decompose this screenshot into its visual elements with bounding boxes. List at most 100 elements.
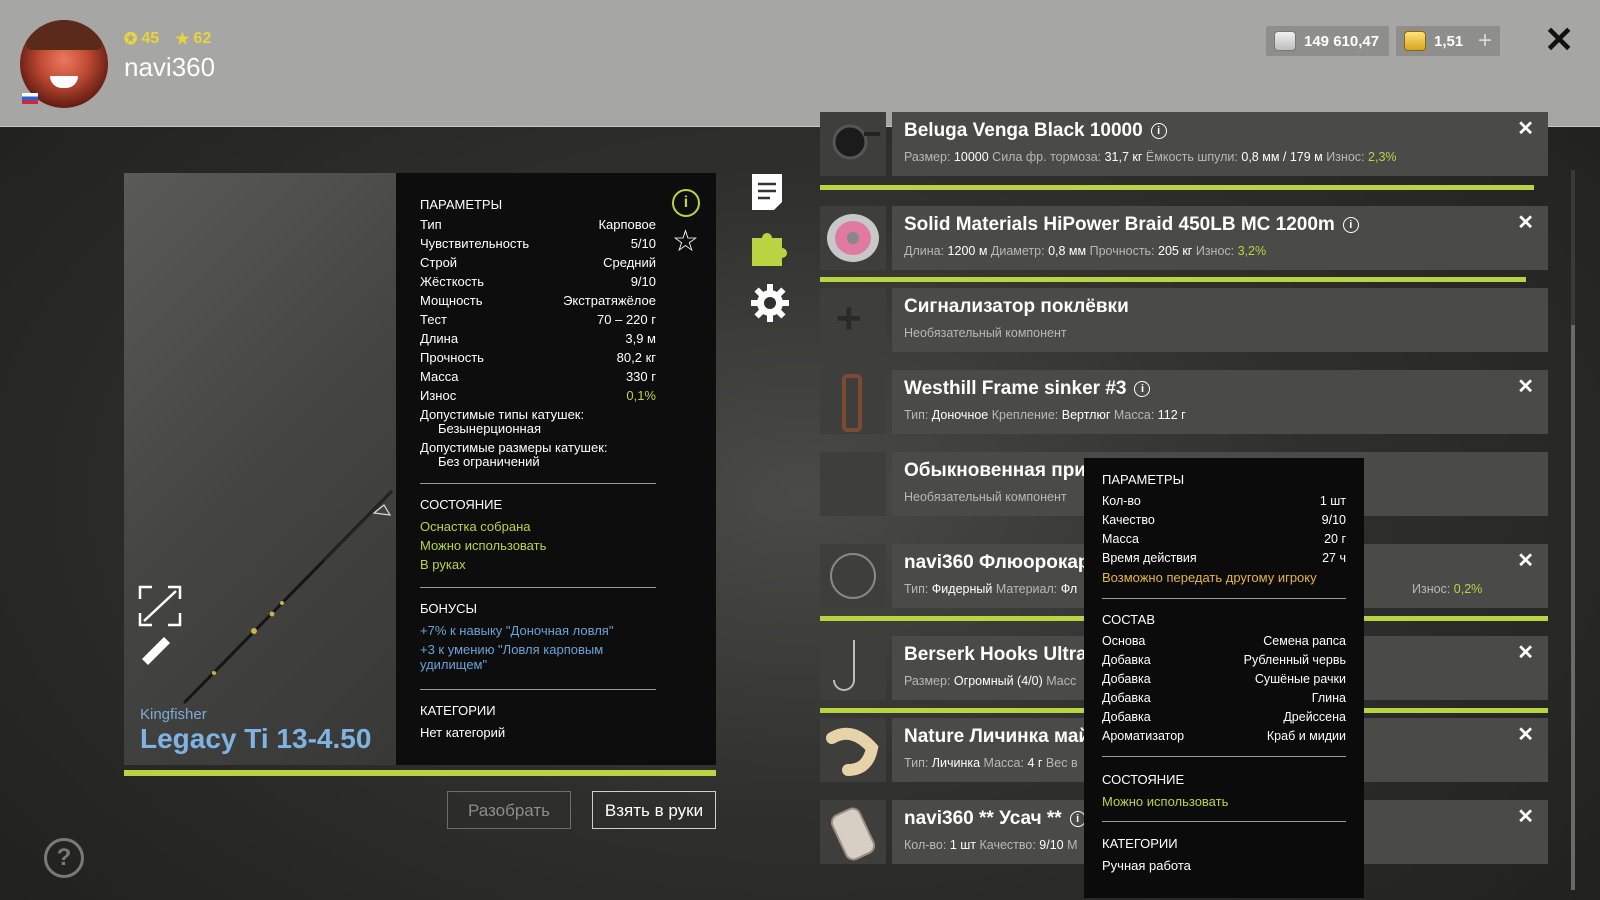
tooltip-params-title: ПАРАМЕТРЫ [1102,472,1185,487]
silver-amount: 149 610,47 [1304,32,1380,50]
info-icon[interactable]: i [1342,217,1359,233]
remove-icon[interactable]: ✕ [1517,210,1534,235]
player-stats: ✪ 45 ★ 62 [124,29,211,49]
pen-icon [142,637,170,665]
remove-icon[interactable]: ✕ [1517,374,1534,399]
list-item-sinker[interactable]: Westhill Frame sinker #3 i Тип: Доночное … [820,370,1548,434]
favorite-star-icon[interactable]: ☆ [672,227,699,257]
plus-icon: + [836,294,862,343]
rod-condition-bar [124,770,716,776]
param-row: Чувствительность 5/10 [420,236,656,251]
leader-thumbnail [820,544,886,608]
param-row: Строй Средний [420,255,656,270]
param-row: Износ 0,1% [420,388,656,403]
gold-coin-icon [1404,31,1426,51]
composition-row: Основа Семена рапса [1102,634,1346,648]
item-details: Тип: Личинка Масса: 4 г Вес в [904,756,1078,770]
rod-params-panel: ПАРАМЕТРЫ i ☆ Тип Карповое Чувствительнос… [396,173,716,765]
line-spool-thumbnail [820,206,886,270]
info-icon[interactable]: i [672,189,700,217]
item-tooltip: ПАРАМЕТРЫ Кол-во 1 шт Качество 9/10 Масса 2… [1084,458,1364,898]
item-details: Размер: 10000 Сила фр. тормоза: 31,7 кг … [904,150,1397,164]
close-icon[interactable]: ✕ [1544,22,1574,58]
item-title: Berserk Hooks Ultra S [904,644,1105,665]
document-icon[interactable] [750,172,784,217]
star-icon: ★ [175,31,190,48]
tooltip-composition-title: СОСТАВ [1102,612,1156,627]
list-item-reel[interactable]: Beluga Venga Black 10000 i Размер: 10000 … [820,112,1548,176]
info-icon[interactable]: i [1134,381,1151,397]
gear-icon[interactable] [750,283,790,328]
player-level: 45 [141,30,160,47]
disassemble-button[interactable]: Разобрать [447,791,571,829]
param-row: Прочность 80,2 кг [420,350,656,365]
add-slot[interactable]: + [820,288,886,352]
tooltip-state: Можно использовать [1102,794,1229,809]
item-optional: Необязательный компонент [904,490,1067,504]
remove-icon[interactable]: ✕ [1517,804,1534,829]
state-item: В руках [420,557,466,572]
remove-icon[interactable]: ✕ [1517,548,1534,573]
rod-image [138,489,394,705]
rod-brand: Kingfisher [140,706,207,723]
wear-bar [820,185,1534,190]
item-details: Кол-во: 1 шт Качество: 9/10 М [904,838,1078,852]
add-currency-button[interactable]: + [1470,26,1500,56]
item-title: Solid Materials HiPower Braid 450LB MC 1… [904,214,1335,235]
reel-types-label: Допустимые типы катушек: [420,407,585,422]
item-details: Тип: Фидерный Материал: Фл [904,582,1078,596]
tooltip-categories-title: КАТЕГОРИИ [1102,836,1178,851]
help-icon[interactable]: ? [44,838,84,878]
rod-model: Legacy Ti 13-4.50 [140,723,372,754]
param-row: Жёсткость 9/10 [420,274,656,289]
composition-row: Добавка Рубленный червь [1102,653,1346,667]
russia-flag-icon [22,93,38,104]
player-name: navi360 [124,52,216,82]
categories-title: КАТЕГОРИИ [420,703,496,718]
take-in-hands-button[interactable]: Взять в руки [592,791,716,829]
scrollbar-thumb[interactable] [1571,325,1575,890]
state-item: Можно использовать [420,538,547,553]
top-bar: ✪ 45 ★ 62 navi360 149 610,47 1,51 + ✕ [0,0,1600,127]
param-row: Мощность Экстратяжёлое [420,293,656,308]
bonus-item: +7% к навыку "Доночная ловля" [420,623,614,638]
param-row: Длина 3,9 м [420,331,656,346]
composition-row: Ароматизатор Краб и мидии [1102,729,1346,743]
larva-thumbnail [820,718,886,782]
silver-coin-icon [1274,31,1296,51]
reel-sizes-value: Без ограничений [438,454,540,469]
remove-icon[interactable]: ✕ [1517,640,1534,665]
puzzle-icon[interactable] [750,228,790,273]
tooltip-transfer-note: Возможно передать другому игроку [1102,570,1317,585]
gold-balance: 1,51 [1396,26,1474,56]
categories-value: Нет категорий [420,725,506,740]
param-row: Масса 330 г [420,369,656,384]
remove-icon[interactable]: ✕ [1517,722,1534,747]
composition-row: Добавка Сушёные рачки [1102,672,1346,686]
info-icon[interactable]: i [1150,123,1167,139]
tooltip-row: Качество 9/10 [1102,513,1346,527]
params-title: ПАРАМЕТРЫ [420,197,503,212]
item-title: Westhill Frame sinker #3 [904,378,1127,399]
reel-thumbnail [820,112,886,176]
tooltip-row: Масса 20 г [1102,532,1346,546]
gold-amount: 1,51 [1434,32,1464,50]
item-title: navi360 Флюорокар [904,552,1090,573]
item-title: Nature Личинка май [904,726,1091,747]
expand-icon [138,585,182,627]
item-wear: Износ: 0,2% [1412,582,1483,596]
hook-thumbnail [820,636,886,700]
tooltip-row: Кол-во 1 шт [1102,494,1346,508]
list-item-line[interactable]: Solid Materials HiPower Braid 450LB MC 1… [820,206,1548,270]
rod-preview: Kingfisher Legacy Ti 13-4.50 [124,173,396,765]
wear-bar [820,277,1526,282]
tooltip-row: Время действия 27 ч [1102,551,1346,565]
tooltip-category: Ручная работа [1102,858,1191,873]
empty-slot[interactable] [820,452,886,516]
param-row: Тест 70 – 220 г [420,312,656,327]
list-item-bite-alarm[interactable]: + Сигнализатор поклёвки Необязательный к… [820,288,1548,352]
sinker-thumbnail [820,370,886,434]
item-title: Обыкновенная прик [904,460,1096,481]
remove-icon[interactable]: ✕ [1517,116,1534,141]
composition-row: Добавка Дрейссена [1102,710,1346,724]
